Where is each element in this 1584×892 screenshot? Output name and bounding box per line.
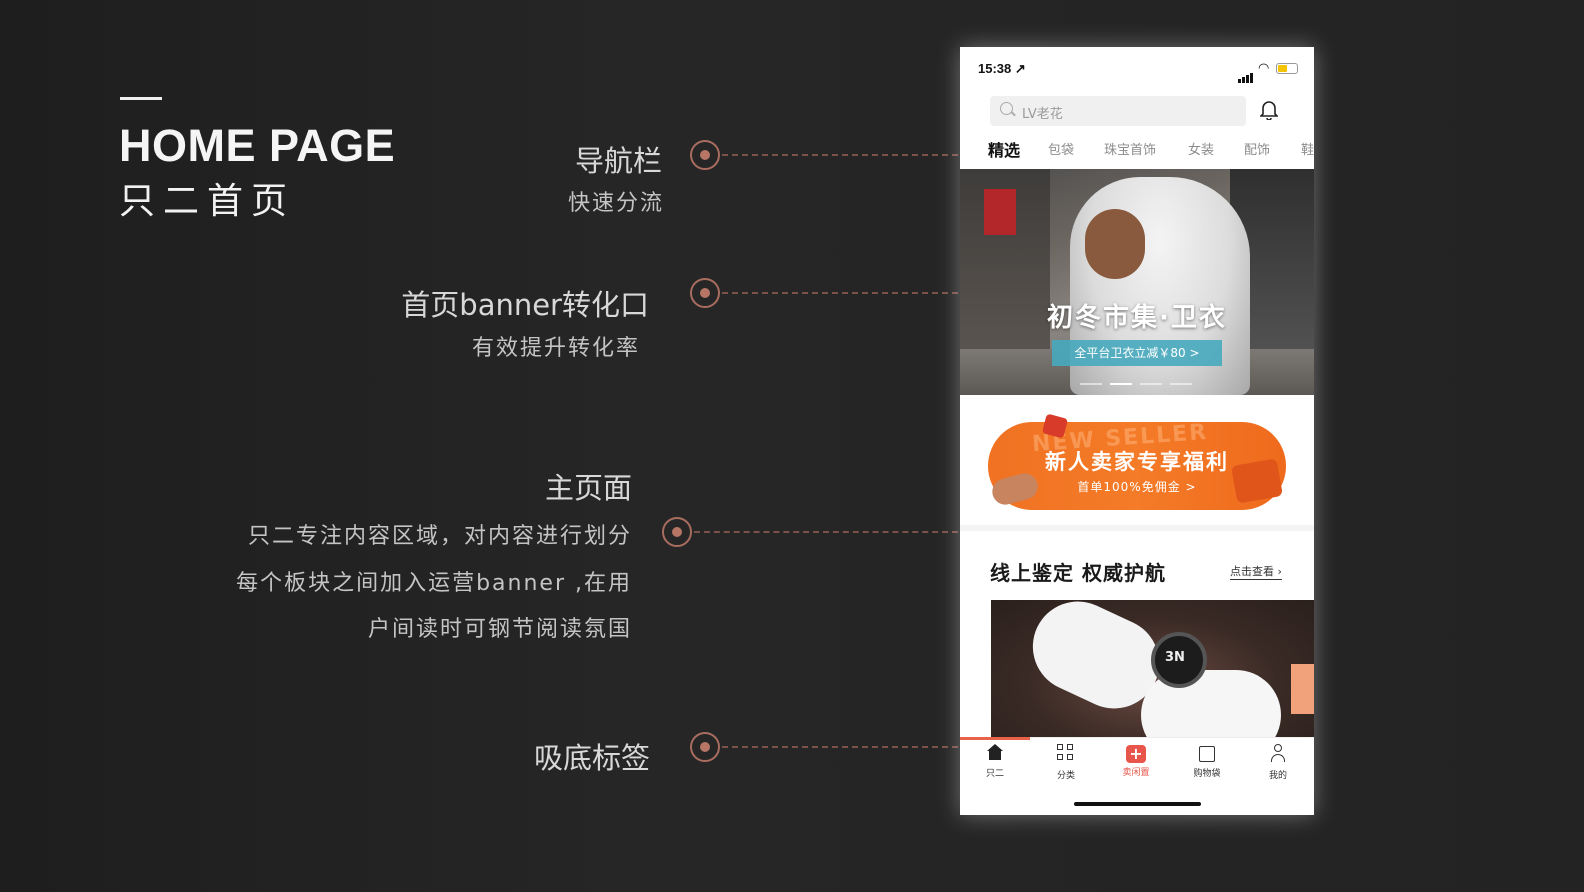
tabbar-home-label: 只二 <box>985 769 1004 779</box>
status-time: 15:38 ↗ <box>978 61 1026 76</box>
tabbar-category[interactable]: 分类 <box>1036 744 1096 781</box>
tabbar-bag[interactable]: 购物袋 <box>1177 744 1237 779</box>
banner-cta[interactable]: 全平台卫衣立减￥80 > <box>1052 340 1222 366</box>
tabbar-sell-label: 卖闲置 <box>1122 768 1150 778</box>
anno-nav-node <box>690 140 720 170</box>
search-icon <box>1000 102 1013 115</box>
promo-title: 新人卖家专享福利 <box>1045 450 1229 474</box>
wifi-icon: ◠ <box>1258 61 1270 76</box>
anno-nav-line <box>722 154 958 156</box>
section-title: 线上鉴定 权威护航 <box>990 561 1166 585</box>
anno-main-sub-3: 户间读时可钢节阅读氛国 <box>367 617 632 642</box>
home-banner[interactable]: 初冬市集·卫衣 全平台卫衣立减￥80 > <box>960 169 1314 395</box>
new-seller-banner[interactable]: NEW SELLER 新人卖家专享福利 首单100%免佣金 > <box>988 413 1286 510</box>
tabbar-accent <box>960 737 1030 740</box>
user-icon <box>1269 744 1287 762</box>
anno-main-sub-1: 只二专注内容区域，对内容进行划分 <box>247 524 632 549</box>
anno-main-node <box>662 517 692 547</box>
authentication-image[interactable]: 3N <box>991 600 1314 740</box>
bag-icon <box>1199 746 1215 762</box>
tabbar-sell[interactable]: + 卖闲置 <box>1106 744 1166 779</box>
tab-shoes[interactable]: 鞋 <box>1301 139 1314 158</box>
phone-screen: 15:38 ↗ ◠ LV老花 精选 包袋 珠宝首饰 女装 配饰 鞋 初冬市集·卫… <box>960 47 1314 815</box>
anno-main-line <box>694 531 958 533</box>
grid-icon <box>1057 744 1075 762</box>
status-bar: 15:38 ↗ ◠ <box>960 47 1314 89</box>
page-title-cn: 只二首页 <box>119 181 296 222</box>
tabbar-category-label: 分类 <box>1056 771 1075 781</box>
anno-main-sub-2: 每个板块之间加入运营banner ,在用 <box>236 571 632 596</box>
signal-icon <box>1238 64 1254 83</box>
anno-tabbar-node <box>690 732 720 762</box>
anno-tabbar-line <box>722 746 958 748</box>
banner-store-sign <box>984 189 1016 235</box>
tabbar-me-label: 我的 <box>1268 771 1287 781</box>
category-tabs: 精选 包袋 珠宝首饰 女装 配饰 鞋 <box>960 139 1314 165</box>
section-link[interactable]: 点击查看 › <box>1230 563 1282 580</box>
search-placeholder: LV老花 <box>1022 107 1063 122</box>
tab-bags[interactable]: 包袋 <box>1048 139 1074 158</box>
anno-nav-sub: 快速分流 <box>567 191 664 216</box>
tabbar-home[interactable]: 只二 <box>965 744 1025 779</box>
banner-model-hair <box>1085 209 1145 279</box>
anno-banner-title: 首页banner转化口 <box>401 288 649 322</box>
anno-banner-sub: 有效提升转化率 <box>471 336 640 361</box>
battery-icon <box>1276 63 1298 74</box>
tabbar-bag-label: 购物袋 <box>1193 769 1221 779</box>
anno-main-title: 主页面 <box>544 471 632 505</box>
page-title-en: HOME PAGE <box>119 120 396 171</box>
plus-icon: + <box>1126 745 1146 763</box>
home-indicator <box>1074 802 1201 806</box>
title-dash <box>120 97 162 100</box>
anno-banner-line <box>722 292 958 294</box>
banner-title: 初冬市集·卫衣 <box>1047 303 1227 333</box>
tab-womens[interactable]: 女装 <box>1188 139 1214 158</box>
home-icon <box>986 744 1004 760</box>
loupe-image: 3N <box>1151 632 1207 688</box>
tab-featured[interactable]: 精选 <box>988 137 1020 161</box>
anno-tabbar-title: 吸底标签 <box>533 741 650 775</box>
side-tag <box>1291 664 1314 714</box>
tabbar-me[interactable]: 我的 <box>1248 744 1308 781</box>
tab-jewelry[interactable]: 珠宝首饰 <box>1104 139 1156 158</box>
bell-icon[interactable] <box>1260 100 1278 120</box>
section-divider <box>960 525 1314 531</box>
promo-subtitle: 首单100%免佣金 > <box>1077 480 1197 494</box>
tab-accessories[interactable]: 配饰 <box>1244 139 1270 158</box>
search-input[interactable]: LV老花 <box>990 96 1246 126</box>
loupe-text: 3N <box>1165 650 1185 665</box>
anno-nav-title: 导航栏 <box>574 144 662 178</box>
anno-banner-node <box>690 278 720 308</box>
